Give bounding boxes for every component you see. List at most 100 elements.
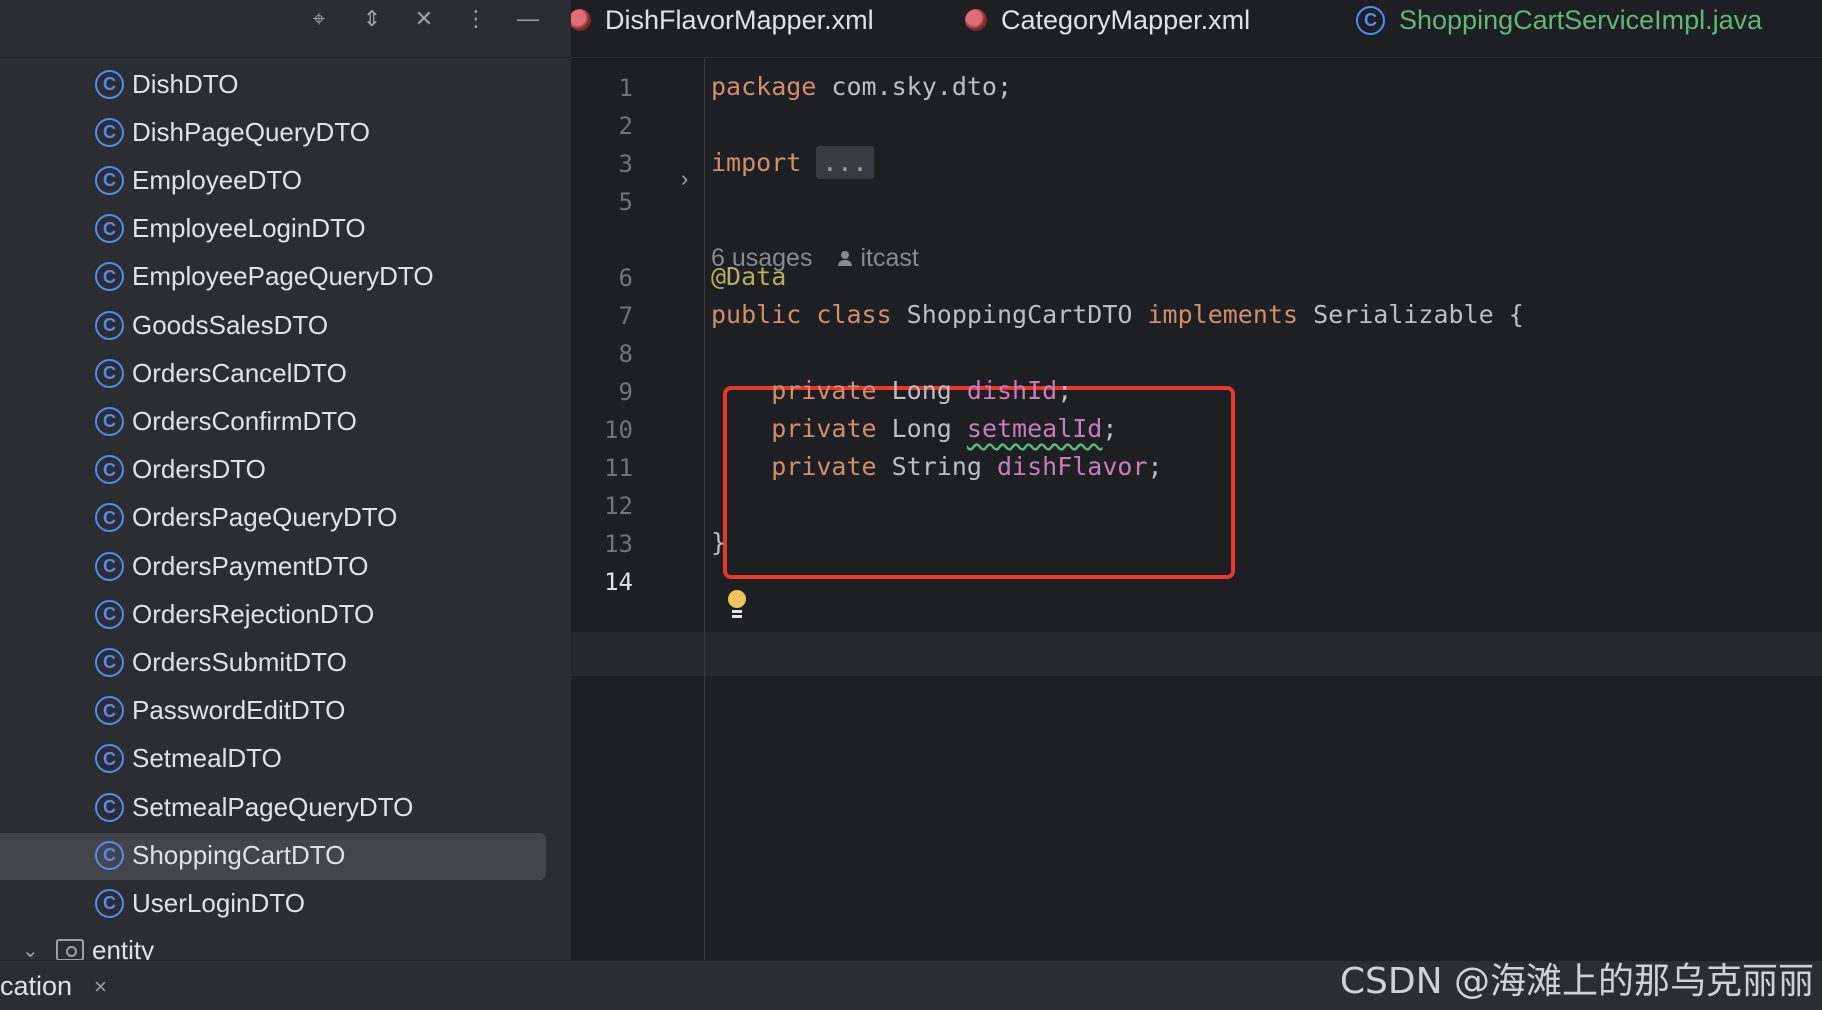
code-token: implements bbox=[1147, 300, 1314, 329]
line-number: 11 bbox=[604, 454, 633, 482]
tree-item-label: DishDTO bbox=[132, 68, 239, 99]
line-number: 13 bbox=[604, 530, 633, 558]
crosshair-icon[interactable]: ⌖ bbox=[304, 4, 334, 34]
code-token: public class bbox=[711, 300, 907, 329]
code-token: ; bbox=[1057, 376, 1073, 405]
tree-item[interactable]: C DishPageQueryDTO bbox=[0, 108, 571, 156]
code-token: setmealId bbox=[966, 414, 1103, 443]
code-token: dishFlavor bbox=[996, 452, 1148, 481]
code-line[interactable]: } bbox=[711, 528, 726, 557]
class-icon: C bbox=[95, 888, 124, 918]
tree-item[interactable]: C OrdersPageQueryDTO bbox=[0, 494, 571, 542]
line-number: 14 bbox=[604, 568, 633, 596]
code-line[interactable]: private Long setmealId; bbox=[711, 414, 1117, 443]
code-line[interactable]: private String dishFlavor; bbox=[711, 452, 1163, 481]
tree-item[interactable]: C PasswordEditDTO bbox=[0, 687, 571, 735]
tree-item-label: EmployeeDTO bbox=[132, 164, 303, 195]
tree-item[interactable]: C OrdersRejectionDTO bbox=[0, 590, 571, 638]
class-icon: C bbox=[95, 310, 124, 340]
tree-item[interactable]: C ShoppingCartDTO bbox=[0, 831, 571, 881]
tree-item[interactable]: C UserLoginDTO bbox=[0, 879, 571, 927]
tree-item-label: EmployeePageQueryDTO bbox=[132, 261, 434, 292]
class-icon: C bbox=[95, 599, 124, 629]
line-number: 5 bbox=[618, 188, 633, 216]
collapse-all-icon[interactable]: ✕ bbox=[409, 4, 439, 34]
code-token: @Data bbox=[711, 262, 787, 291]
code-line[interactable]: public class ShoppingCartDTO implements … bbox=[711, 300, 1524, 329]
code-line[interactable]: import ... bbox=[711, 146, 874, 179]
tree-item[interactable]: C EmployeePageQueryDTO bbox=[0, 253, 571, 301]
bottom-tab[interactable]: cation × bbox=[0, 971, 107, 1002]
code-line[interactable]: package com.sky.dto; bbox=[711, 72, 1012, 101]
tree-item-label: OrdersConfirmDTO bbox=[132, 405, 357, 436]
tree-item-label: DishPageQueryDTO bbox=[132, 116, 370, 147]
tree-item[interactable]: C SetmealPageQueryDTO bbox=[0, 783, 571, 831]
tree-item[interactable]: C GoodsSalesDTO bbox=[0, 301, 571, 349]
line-number: 12 bbox=[604, 492, 633, 520]
tree-item-label: OrdersCancelDTO bbox=[132, 357, 347, 388]
class-icon: C bbox=[95, 792, 124, 822]
tree-item-label: ShoppingCartDTO bbox=[132, 839, 346, 870]
code-line[interactable]: @Data bbox=[711, 262, 786, 291]
chevron-down-icon[interactable]: ⌄ bbox=[22, 938, 42, 961]
tree-item-label: SetmealDTO bbox=[132, 743, 282, 774]
code-token: com.sky.dto; bbox=[831, 72, 1013, 101]
class-icon: C bbox=[95, 455, 124, 485]
xml-mapper-icon bbox=[965, 9, 987, 31]
lightbulb-icon[interactable] bbox=[727, 590, 747, 620]
close-icon[interactable]: × bbox=[94, 974, 107, 1000]
line-number: 2 bbox=[618, 112, 633, 140]
class-icon: C bbox=[95, 744, 124, 774]
tree-item[interactable]: C OrdersConfirmDTO bbox=[0, 397, 571, 445]
code-token: private bbox=[711, 414, 892, 443]
tree-item-label: PasswordEditDTO bbox=[132, 695, 346, 726]
code-line[interactable]: private Long dishId; bbox=[711, 376, 1072, 405]
class-icon: C bbox=[95, 503, 124, 533]
tree-item[interactable]: C DishDTO bbox=[0, 60, 571, 108]
tree-item[interactable]: C OrdersPaymentDTO bbox=[0, 542, 571, 590]
editor-tab[interactable]: CategoryMapper.xml bbox=[965, 0, 1250, 40]
class-icon: C bbox=[95, 69, 124, 99]
tree-item[interactable]: C EmployeeLoginDTO bbox=[0, 205, 571, 253]
class-icon: C bbox=[95, 696, 124, 726]
tree-item-label: UserLoginDTO bbox=[132, 887, 305, 918]
current-line-highlight bbox=[571, 632, 1822, 676]
code-token: ; bbox=[1147, 452, 1163, 481]
tree-folder-label: entity bbox=[92, 934, 155, 961]
person-icon bbox=[838, 250, 853, 267]
tree-item-label: OrdersRejectionDTO bbox=[132, 598, 375, 629]
code-token: } bbox=[711, 528, 727, 557]
line-number: 10 bbox=[604, 416, 633, 444]
code-editor[interactable]: › 6 usages itcast 1 package com.sky.dto; 2… bbox=[571, 58, 1822, 960]
tree-item-label: OrdersPaymentDTO bbox=[132, 550, 369, 581]
code-token: Long bbox=[891, 414, 967, 443]
tree-item-label: OrdersSubmitDTO bbox=[132, 646, 347, 677]
expand-collapse-icon[interactable]: ⇕ bbox=[357, 4, 387, 34]
minimize-icon[interactable]: — bbox=[513, 4, 543, 34]
more-icon[interactable]: ⋮ bbox=[461, 4, 491, 34]
editor-tab-label: CategoryMapper.xml bbox=[1001, 4, 1251, 35]
gutter-divider bbox=[704, 58, 705, 960]
tree-item[interactable]: C OrdersDTO bbox=[0, 446, 571, 494]
code-token: ... bbox=[816, 146, 874, 179]
tree-item[interactable]: C SetmealDTO bbox=[0, 735, 571, 783]
code-token: import bbox=[711, 148, 817, 177]
editor-tab[interactable]: DishFlavorMapper.xml bbox=[571, 0, 874, 40]
class-icon: C bbox=[95, 262, 124, 292]
class-icon: C bbox=[95, 358, 124, 388]
author-name[interactable]: itcast bbox=[860, 244, 918, 273]
line-number: 9 bbox=[618, 378, 633, 406]
editor-tab[interactable]: C ShoppingCartServiceImpl.java bbox=[1356, 0, 1762, 40]
fold-expand-icon[interactable]: › bbox=[681, 166, 688, 192]
project-panel: ⌖ ⇕ ✕ ⋮ — C DishDTO C DishPageQueryDTO C Empl… bbox=[0, 0, 571, 960]
line-number: 8 bbox=[618, 340, 633, 368]
tree-item[interactable]: C OrdersCancelDTO bbox=[0, 349, 571, 397]
package-folder-icon bbox=[56, 939, 84, 960]
class-icon: C bbox=[95, 551, 124, 581]
code-token: package bbox=[711, 72, 832, 101]
tree-item[interactable]: C OrdersSubmitDTO bbox=[0, 638, 571, 686]
bottom-tab-label: cation bbox=[0, 971, 73, 1001]
tree-item[interactable]: C EmployeeDTO bbox=[0, 156, 571, 204]
class-icon: C bbox=[95, 117, 124, 147]
tree-folder-entity[interactable]: ⌄ entity bbox=[0, 926, 571, 960]
